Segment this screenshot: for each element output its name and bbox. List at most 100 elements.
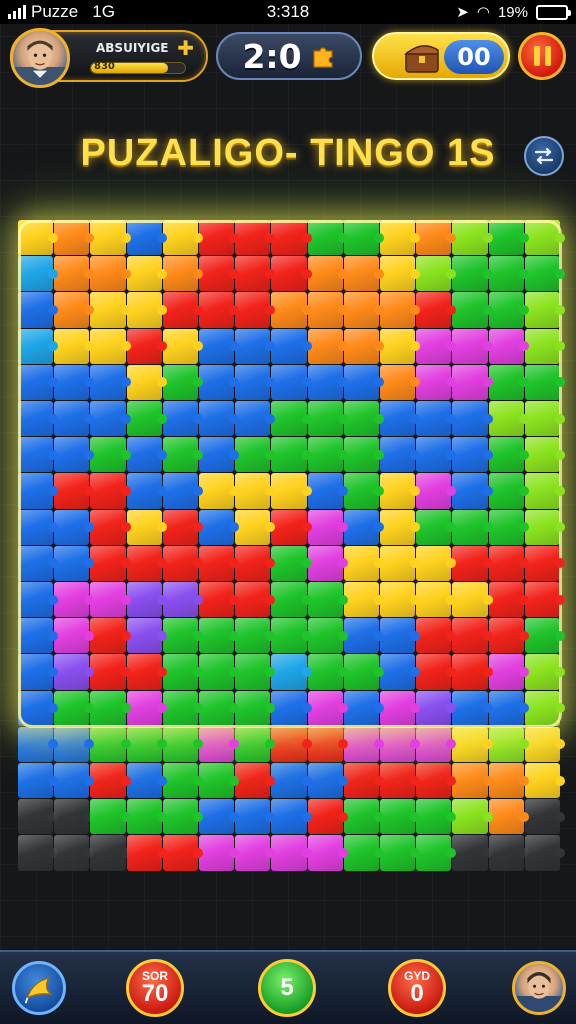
puzzle-piece[interactable] [18, 509, 59, 545]
puzzle-piece[interactable] [488, 328, 529, 364]
puzzle-piece[interactable] [162, 545, 204, 582]
puzzle-piece[interactable] [307, 509, 348, 545]
puzzle-piece[interactable] [488, 292, 529, 328]
puzzle-piece[interactable] [380, 256, 421, 292]
puzzle-piece[interactable] [416, 618, 457, 654]
puzzle-piece[interactable] [90, 799, 131, 835]
swap-button[interactable] [524, 136, 564, 176]
puzzle-piece[interactable] [307, 545, 348, 582]
puzzle-piece[interactable] [524, 509, 566, 545]
puzzle-piece[interactable] [18, 437, 59, 473]
puzzle-piece[interactable] [162, 618, 204, 654]
puzzle-piece[interactable] [307, 763, 348, 799]
puzzle-piece[interactable] [235, 473, 276, 509]
puzzle-piece[interactable] [271, 509, 312, 545]
puzzle-piece[interactable] [54, 654, 95, 690]
puzzle-piece[interactable] [126, 292, 167, 328]
puzzle-piece[interactable] [380, 799, 421, 835]
puzzle-piece[interactable] [380, 401, 421, 437]
puzzle-piece[interactable] [416, 654, 457, 690]
puzzle-piece[interactable] [18, 582, 59, 618]
puzzle-piece[interactable] [416, 364, 457, 401]
puzzle-piece[interactable] [18, 763, 59, 799]
puzzle-piece[interactable] [271, 690, 312, 726]
puzzle-piece[interactable] [416, 509, 457, 545]
puzzle-piece[interactable] [199, 401, 240, 437]
puzzle-piece[interactable] [524, 618, 566, 654]
puzzle-piece[interactable] [54, 726, 95, 763]
puzzle-piece[interactable] [54, 618, 95, 654]
puzzle-piece[interactable] [524, 726, 566, 763]
puzzle-piece[interactable] [343, 582, 385, 618]
puzzle-piece[interactable] [452, 582, 493, 618]
puzzle-piece[interactable] [271, 618, 312, 654]
puzzle-piece[interactable] [162, 364, 204, 401]
puzzle-piece[interactable] [488, 582, 529, 618]
puzzle-piece[interactable] [271, 256, 312, 292]
puzzle-piece[interactable] [307, 726, 348, 763]
puzzle-piece[interactable] [54, 328, 95, 364]
puzzle-piece[interactable] [271, 473, 312, 509]
puzzle-piece[interactable] [235, 618, 276, 654]
puzzle-piece[interactable] [54, 690, 95, 726]
puzzle-piece[interactable] [235, 654, 276, 690]
puzzle-piece[interactable] [18, 220, 59, 256]
puzzle-piece[interactable] [162, 582, 204, 618]
puzzle-piece[interactable] [343, 437, 385, 473]
puzzle-piece[interactable] [54, 473, 95, 509]
puzzle-piece[interactable] [416, 582, 457, 618]
puzzle-piece[interactable] [199, 545, 240, 582]
plus-icon[interactable]: ✚ [177, 38, 194, 58]
puzzle-piece[interactable] [126, 835, 167, 871]
puzzle-piece[interactable] [271, 726, 312, 763]
puzzle-piece[interactable] [126, 690, 167, 726]
puzzle-piece[interactable] [380, 220, 421, 256]
puzzle-piece[interactable] [307, 835, 348, 871]
puzzle-piece[interactable] [271, 763, 312, 799]
puzzle-piece[interactable] [18, 654, 59, 690]
puzzle-piece[interactable] [271, 545, 312, 582]
puzzle-piece[interactable] [488, 256, 529, 292]
puzzle-piece[interactable] [199, 509, 240, 545]
puzzle-piece[interactable] [307, 654, 348, 690]
puzzle-piece[interactable] [90, 364, 131, 401]
puzzle-piece[interactable] [488, 726, 529, 763]
puzzle-piece[interactable] [380, 654, 421, 690]
puzzle-piece[interactable] [199, 437, 240, 473]
puzzle-piece[interactable] [524, 256, 566, 292]
puzzle-piece[interactable] [18, 726, 59, 763]
puzzle-piece[interactable] [162, 437, 204, 473]
puzzle-piece[interactable] [162, 835, 204, 871]
puzzle-piece[interactable] [90, 690, 131, 726]
puzzle-piece[interactable] [343, 509, 385, 545]
puzzle-piece[interactable] [307, 582, 348, 618]
puzzle-piece[interactable] [162, 763, 204, 799]
puzzle-piece[interactable] [307, 364, 348, 401]
puzzle-piece[interactable] [452, 292, 493, 328]
puzzle-piece[interactable] [380, 364, 421, 401]
puzzle-piece[interactable] [452, 509, 493, 545]
puzzle-piece[interactable] [452, 763, 493, 799]
puzzle-piece[interactable] [524, 292, 566, 328]
puzzle-piece[interactable] [307, 618, 348, 654]
puzzle-piece[interactable] [416, 220, 457, 256]
puzzle-piece[interactable] [162, 292, 204, 328]
puzzle-piece[interactable] [307, 799, 348, 835]
puzzle-piece[interactable] [90, 401, 131, 437]
puzzle-piece[interactable] [452, 654, 493, 690]
puzzle-piece[interactable] [271, 437, 312, 473]
counter-sor[interactable]: SOR 70 [126, 959, 184, 1017]
puzzle-piece[interactable] [271, 364, 312, 401]
puzzle-piece[interactable] [271, 582, 312, 618]
puzzle-piece[interactable] [416, 799, 457, 835]
puzzle-piece[interactable] [488, 364, 529, 401]
puzzle-piece[interactable] [126, 618, 167, 654]
puzzle-piece[interactable] [524, 437, 566, 473]
puzzle-piece[interactable] [54, 763, 95, 799]
puzzle-piece[interactable] [18, 292, 59, 328]
puzzle-piece[interactable] [416, 690, 457, 726]
puzzle-piece[interactable] [235, 509, 276, 545]
puzzle-piece[interactable] [162, 654, 204, 690]
player-panel[interactable]: ABSUIYIGE ✚ 830 [10, 28, 208, 88]
puzzle-piece[interactable] [126, 220, 167, 256]
